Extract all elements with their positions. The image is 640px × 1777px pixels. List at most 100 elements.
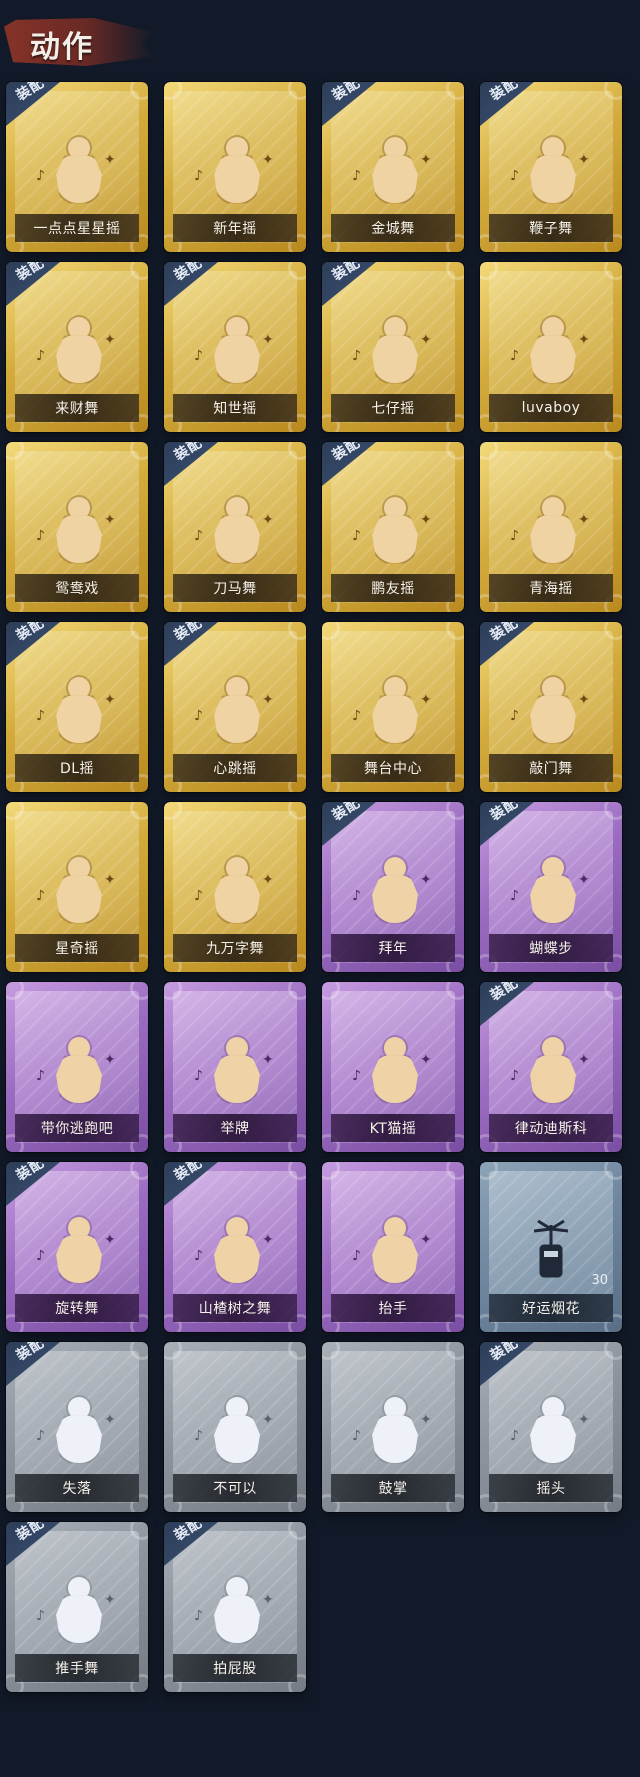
emote-card[interactable]: ♪ ✦ 装配 DL摇: [6, 622, 148, 792]
figure-body: [372, 695, 418, 744]
emote-card[interactable]: ♪ ✦ 装配 山楂树之舞: [164, 1162, 306, 1332]
emote-card[interactable]: ♪ ✦ 带你逃跑吧: [6, 982, 148, 1152]
figure-body: [372, 1415, 418, 1464]
sparkle-icon: ✦: [104, 1592, 116, 1609]
emote-card[interactable]: ♪ ✦ 鸳鸯戏: [6, 442, 148, 612]
firework-icon: [516, 1215, 586, 1285]
emote-card[interactable]: ♪ ✦ 装配 一点点星星摇: [6, 82, 148, 252]
figure-body: [372, 155, 418, 204]
figure-body: [530, 1055, 576, 1104]
raise-hand-icon: ♪ ✦: [352, 1215, 432, 1285]
dance-figure-icon: ♪ ✦: [510, 315, 590, 385]
emote-card[interactable]: ♪ ✦ 举牌: [164, 982, 306, 1152]
disco-figure-icon: ♪ ✦: [510, 1035, 590, 1105]
pat-figure-icon: ♪ ✦: [194, 1575, 274, 1645]
emote-card[interactable]: ♪ ✦ 装配 鞭子舞: [480, 82, 622, 252]
emote-label: 律动迪斯科: [489, 1114, 613, 1142]
emote-label: 心跳摇: [173, 754, 297, 782]
emote-card[interactable]: ♪ ✦ 装配 鹏友摇: [322, 442, 464, 612]
emote-label: luvaboy: [489, 394, 613, 422]
emote-card[interactable]: ♪ ✦ 装配 知世摇: [164, 262, 306, 432]
emote-card[interactable]: ♪ ✦ 装配 心跳摇: [164, 622, 306, 792]
emote-card[interactable]: ♪ ✦ 装配 敲门舞: [480, 622, 622, 792]
figure-body: [530, 875, 576, 924]
figure-body: [214, 1235, 260, 1284]
emote-card[interactable]: ♪ ✦ 新年摇: [164, 82, 306, 252]
dance-figure-icon: ♪ ✦: [352, 495, 432, 565]
sparkle-icon: ✦: [104, 1412, 116, 1429]
dance-figure-icon: ♪ ✦: [194, 1215, 274, 1285]
emote-label: 敲门舞: [489, 754, 613, 782]
sparkle-icon: ✦: [104, 512, 116, 529]
sparkle-icon: ✦: [104, 872, 116, 889]
figure-body: [214, 695, 260, 744]
music-note-icon: ♪: [194, 1608, 203, 1625]
emote-card[interactable]: ♪ ✦ 装配 律动迪斯科: [480, 982, 622, 1152]
sign-figure-icon: ♪ ✦: [194, 1035, 274, 1105]
emote-card[interactable]: ♪ ✦ 抬手: [322, 1162, 464, 1332]
item-count: 30: [591, 1273, 608, 1288]
emote-card[interactable]: ♪ ✦ 装配 刀马舞: [164, 442, 306, 612]
sparkle-icon: ✦: [104, 692, 116, 709]
figure-body: [372, 1055, 418, 1104]
emote-label: 举牌: [173, 1114, 297, 1142]
emote-card[interactable]: ♪ ✦ 不可以: [164, 1342, 306, 1512]
emote-card[interactable]: ♪ ✦ 装配 失落: [6, 1342, 148, 1512]
emote-label: 不可以: [173, 1474, 297, 1502]
dance-figure-icon: ♪ ✦: [36, 1035, 116, 1105]
emote-label: 新年摇: [173, 214, 297, 242]
emote-card[interactable]: ♪ ✦ 装配 来财舞: [6, 262, 148, 432]
dance-figure-icon: ♪ ✦: [36, 135, 116, 205]
music-note-icon: ♪: [510, 888, 519, 905]
emote-card[interactable]: ♪ ✦ 装配 拜年: [322, 802, 464, 972]
emote-label: 旋转舞: [15, 1294, 139, 1322]
music-note-icon: ♪: [352, 528, 361, 545]
emote-label: 带你逃跑吧: [15, 1114, 139, 1142]
dance-figure-icon: ♪ ✦: [352, 315, 432, 385]
emote-card[interactable]: ♪ ✦ luvaboy: [480, 262, 622, 432]
emote-label: 鼓掌: [331, 1474, 455, 1502]
sparkle-icon: ✦: [262, 512, 274, 529]
music-note-icon: ♪: [352, 888, 361, 905]
emote-card[interactable]: ♪ ✦ 装配 推手舞: [6, 1522, 148, 1692]
emote-card[interactable]: ♪ ✦ 装配 七仔摇: [322, 262, 464, 432]
music-note-icon: ♪: [194, 888, 203, 905]
dance-figure-icon: ♪ ✦: [352, 1035, 432, 1105]
sparkle-icon: ✦: [262, 1412, 274, 1429]
emote-card[interactable]: ♪ ✦ 星奇摇: [6, 802, 148, 972]
emote-card[interactable]: ♪ ✦ 九万字舞: [164, 802, 306, 972]
sparkle-icon: ✦: [104, 1052, 116, 1069]
emote-card[interactable]: 30 好运烟花: [480, 1162, 622, 1332]
dance-figure-icon: ♪ ✦: [352, 675, 432, 745]
emote-card[interactable]: ♪ ✦ 舞台中心: [322, 622, 464, 792]
sparkle-icon: ✦: [420, 512, 432, 529]
music-note-icon: ♪: [510, 1428, 519, 1445]
crawl-figure-icon: ♪ ✦: [36, 1395, 116, 1465]
emote-card[interactable]: ♪ ✦ 装配 拍屁股: [164, 1522, 306, 1692]
emote-card[interactable]: ♪ ✦ KT猫摇: [322, 982, 464, 1152]
emote-card[interactable]: ♪ ✦ 装配 旋转舞: [6, 1162, 148, 1332]
dance-figure-icon: ♪ ✦: [352, 135, 432, 205]
emote-card[interactable]: ♪ ✦ 装配 摇头: [480, 1342, 622, 1512]
emote-label: 抬手: [331, 1294, 455, 1322]
emote-label: 鞭子舞: [489, 214, 613, 242]
emote-card[interactable]: ♪ ✦ 鼓掌: [322, 1342, 464, 1512]
dance-figure-icon: ♪ ✦: [36, 675, 116, 745]
figure-body: [56, 695, 102, 744]
emote-label: 拜年: [331, 934, 455, 962]
figure-body: [372, 875, 418, 924]
music-note-icon: ♪: [352, 1248, 361, 1265]
sparkle-icon: ✦: [262, 1232, 274, 1249]
dance-figure-icon: ♪ ✦: [510, 135, 590, 205]
emote-card[interactable]: ♪ ✦ 装配 蝴蝶步: [480, 802, 622, 972]
emote-card[interactable]: ♪ ✦ 青海摇: [480, 442, 622, 612]
dance-figure-icon: ♪ ✦: [510, 675, 590, 745]
dance-figure-icon: ♪ ✦: [194, 675, 274, 745]
emote-card[interactable]: ♪ ✦ 装配 金城舞: [322, 82, 464, 252]
figure-body: [214, 155, 260, 204]
headshake-figure-icon: ♪ ✦: [510, 1395, 590, 1465]
figure-body: [214, 1415, 260, 1464]
music-note-icon: ♪: [36, 168, 45, 185]
dance-figure-icon: ♪ ✦: [194, 315, 274, 385]
sparkle-icon: ✦: [262, 152, 274, 169]
